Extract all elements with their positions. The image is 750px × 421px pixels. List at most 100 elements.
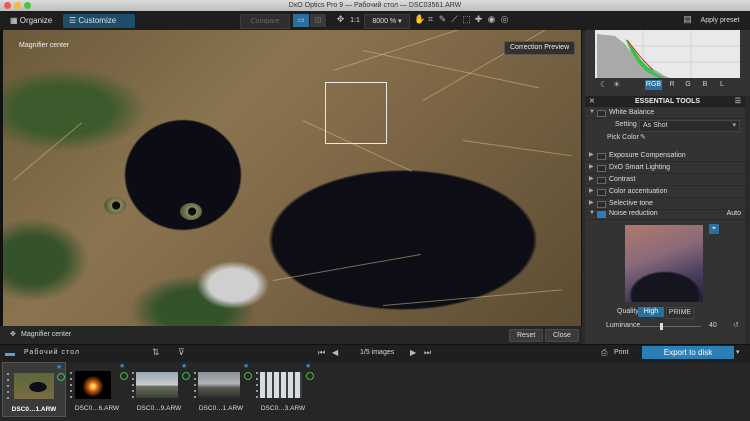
eyedropper-icon[interactable]: ✎ bbox=[640, 132, 646, 144]
single-view-button[interactable]: ▭ bbox=[293, 14, 309, 27]
wb-setting-select[interactable]: As Shot ▾ bbox=[639, 120, 740, 132]
sun-icon[interactable]: ☀ bbox=[613, 80, 620, 89]
tool-checkbox[interactable] bbox=[597, 201, 606, 208]
sort-icon[interactable]: ⇅ bbox=[152, 347, 160, 358]
zoom-window-button[interactable] bbox=[24, 2, 31, 9]
zoom-level-value: 8000 % bbox=[372, 18, 397, 25]
correction-preview-button[interactable]: Correction Preview bbox=[504, 41, 576, 55]
tab-customize[interactable]: ☰ Customize bbox=[63, 14, 135, 28]
compare-button[interactable]: Compare bbox=[240, 14, 290, 29]
perspective-icon[interactable]: ⬚ bbox=[462, 15, 471, 24]
essential-tools-label: ESSENTIAL TOOLS bbox=[634, 98, 701, 105]
channel-l[interactable]: L bbox=[715, 80, 729, 90]
eyedropper-icon[interactable]: ✎ bbox=[438, 15, 447, 24]
export-options-icon[interactable]: ▾ bbox=[736, 348, 740, 356]
filter-icon[interactable]: ⊽ bbox=[178, 347, 185, 358]
tool-checkbox[interactable] bbox=[597, 165, 606, 172]
minimize-window-button[interactable] bbox=[14, 2, 21, 9]
tool-smart-lighting[interactable]: ▶ DxO Smart Lighting bbox=[585, 162, 745, 174]
channel-b[interactable]: B bbox=[698, 80, 712, 90]
window-title: DxO Optics Pro 9 — Рабочий стол — DSC035… bbox=[288, 2, 462, 9]
print-button[interactable]: Print bbox=[614, 349, 628, 356]
star-icon[interactable]: ★ bbox=[305, 362, 311, 370]
image-viewer[interactable]: Magnifier center Correction Preview ✥ Ma… bbox=[0, 30, 582, 344]
reset-button[interactable]: Reset bbox=[509, 329, 544, 342]
channel-rgb[interactable]: RGB bbox=[645, 80, 662, 90]
star-icon[interactable]: ★ bbox=[243, 362, 249, 370]
horizon-icon[interactable]: ⟋ bbox=[450, 15, 459, 24]
first-image-icon[interactable]: ⏮ bbox=[318, 348, 325, 358]
crop-icon[interactable]: ⌗ bbox=[426, 15, 435, 24]
star-icon[interactable]: ★ bbox=[119, 362, 125, 370]
zoom-level-select[interactable]: 8000 % ▾ bbox=[364, 14, 410, 29]
magnifier-frame[interactable] bbox=[325, 82, 387, 144]
histogram-graph bbox=[595, 30, 740, 78]
luminance-slider[interactable] bbox=[639, 326, 701, 327]
processed-status-icon bbox=[244, 372, 252, 380]
reset-arrow-icon[interactable]: ↺ bbox=[733, 320, 739, 332]
zoom-1to1-button[interactable]: 1:1 bbox=[348, 14, 362, 27]
apply-preset-button[interactable]: Apply preset bbox=[695, 14, 745, 27]
smart-lighting-label: DxO Smart Lighting bbox=[609, 164, 671, 171]
pick-color-label: Pick Color bbox=[607, 134, 639, 141]
luminance-slider-handle[interactable] bbox=[660, 323, 663, 330]
panel-scrollbar[interactable] bbox=[745, 96, 750, 344]
magnifier-center-icon: ✥ bbox=[10, 331, 16, 338]
fit-icon[interactable]: ✥ bbox=[336, 15, 345, 24]
film-thumb-2[interactable]: ★ DSC0…6.ARW bbox=[66, 362, 128, 415]
drag-handle-icon bbox=[7, 373, 9, 403]
hand-icon[interactable]: ✋ bbox=[414, 15, 425, 24]
next-image-icon[interactable]: ▶ bbox=[410, 348, 416, 357]
previous-image-icon[interactable]: ◀ bbox=[332, 348, 338, 357]
moon-icon[interactable]: ☾ bbox=[600, 80, 607, 89]
film-thumb-5[interactable]: ★ DSC0…3.ARW bbox=[252, 362, 314, 415]
close-window-button[interactable] bbox=[4, 2, 11, 9]
film-thumb-2-image bbox=[75, 371, 111, 399]
chevron-down-icon: ▾ bbox=[732, 122, 736, 129]
tool-noise-reduction[interactable]: ▼ Noise reduction Auto bbox=[585, 208, 745, 220]
tab-organize[interactable]: ▦ Organize bbox=[4, 14, 58, 28]
last-image-icon[interactable]: ⏭ bbox=[424, 348, 431, 358]
repair-icon[interactable]: ✚ bbox=[474, 15, 483, 24]
target-icon[interactable]: ◎ bbox=[500, 15, 509, 24]
star-icon[interactable]: ★ bbox=[181, 362, 187, 370]
noise-preview-thumbnail[interactable] bbox=[625, 225, 703, 302]
essential-tools-header: ✕ ESSENTIAL TOOLS ☰ bbox=[585, 96, 750, 107]
star-icon[interactable]: ★ bbox=[56, 363, 62, 371]
drag-handle-icon bbox=[132, 372, 134, 402]
photo-cat[interactable] bbox=[3, 30, 581, 326]
tool-checkbox[interactable] bbox=[597, 189, 606, 196]
close-button[interactable]: Close bbox=[545, 329, 579, 342]
tool-checkbox[interactable] bbox=[597, 110, 606, 117]
printer-icon[interactable]: ⎙ bbox=[601, 348, 607, 358]
channel-g[interactable]: G bbox=[681, 80, 695, 90]
tool-checkbox[interactable] bbox=[597, 153, 606, 160]
luminance-value[interactable]: 40 bbox=[709, 320, 717, 332]
filmstrip: ★ DSC0…1.ARW ★ DSC0…6.ARW ★ DSC0…9.ARW ★… bbox=[0, 362, 750, 421]
tool-checkbox[interactable] bbox=[597, 177, 606, 184]
split-view-button[interactable]: ◫ bbox=[310, 14, 326, 27]
film-thumb-4[interactable]: ★ DSC0…1.ARW bbox=[190, 362, 252, 415]
export-label: Export to disk bbox=[663, 348, 713, 357]
viewer-bottom-bar: ✥ Magnifier center Reset Close bbox=[0, 326, 582, 344]
close-palette-icon[interactable]: ✕ bbox=[589, 96, 595, 107]
quality-prime-button[interactable]: PRIME bbox=[666, 307, 694, 319]
palette-menu-icon[interactable]: ☰ bbox=[735, 96, 741, 107]
tool-color-accentuation[interactable]: ▶ Color accentuation bbox=[585, 186, 745, 198]
film-thumb-1[interactable]: ★ DSC0…1.ARW bbox=[2, 362, 66, 417]
preview-toggle-icon[interactable]: ⌖ bbox=[709, 224, 719, 234]
tool-exposure-compensation[interactable]: ▶ Exposure Compensation bbox=[585, 150, 745, 162]
contrast-label: Contrast bbox=[609, 176, 636, 183]
redeye-icon[interactable]: ◉ bbox=[487, 15, 496, 24]
wb-setting-label: Setting bbox=[615, 121, 637, 128]
tool-contrast[interactable]: ▶ Contrast bbox=[585, 174, 745, 186]
folder-icon[interactable]: ▬ bbox=[5, 348, 15, 359]
film-thumb-1-image bbox=[14, 373, 54, 399]
channel-r[interactable]: R bbox=[665, 80, 679, 90]
tool-white-balance[interactable]: ▼ White Balance bbox=[585, 107, 745, 119]
quality-high-button[interactable]: High bbox=[638, 307, 664, 317]
tool-checkbox-checked[interactable] bbox=[597, 211, 606, 218]
export-to-disk-button[interactable]: Export to disk bbox=[642, 346, 734, 359]
film-thumb-3[interactable]: ★ DSC0…9.ARW bbox=[128, 362, 190, 415]
wb-setting-row: Setting As Shot ▾ bbox=[585, 119, 745, 132]
